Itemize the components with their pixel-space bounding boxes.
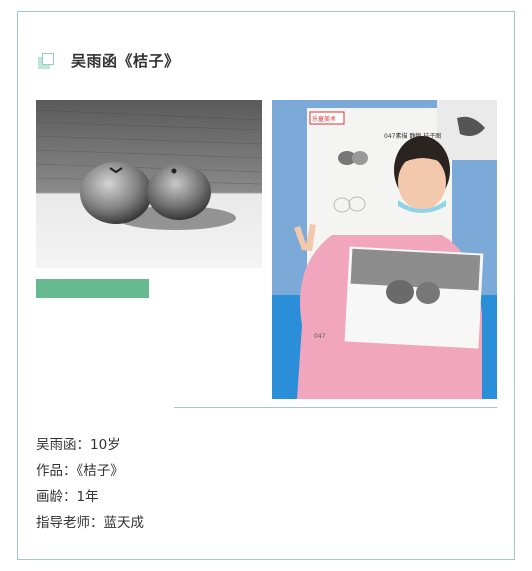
info-name-age: 吴雨函：10岁	[36, 437, 121, 453]
info-block: 吴雨函：10岁 作品：《桔子》 画龄：1年 指导老师：蓝天成	[36, 432, 144, 536]
title-row: 吴雨函《桔子》	[38, 50, 338, 72]
sketch-photo	[36, 100, 262, 268]
square-bullet-icon	[38, 53, 54, 69]
divider-line	[174, 407, 497, 408]
sketch-image	[36, 100, 262, 268]
info-teacher: 指导老师：蓝天成	[36, 515, 144, 531]
info-painting-years: 画龄：1年	[36, 489, 99, 505]
logo-text: 乐童美术	[312, 115, 336, 123]
artwork-card: 吴雨函《桔子》 乐童美术 047素描 静物 桔子图 047 吴雨函：10岁 作品…	[17, 11, 515, 560]
student-image: 乐童美术 047素描 静物 桔子图 047	[272, 100, 497, 399]
paper-number: 047	[314, 333, 326, 340]
info-artwork: 作品：《桔子》	[36, 463, 124, 479]
page-title: 吴雨函《桔子》	[71, 52, 180, 70]
accent-bar	[36, 279, 149, 298]
student-photo: 乐童美术 047素描 静物 桔子图 047	[272, 100, 497, 399]
